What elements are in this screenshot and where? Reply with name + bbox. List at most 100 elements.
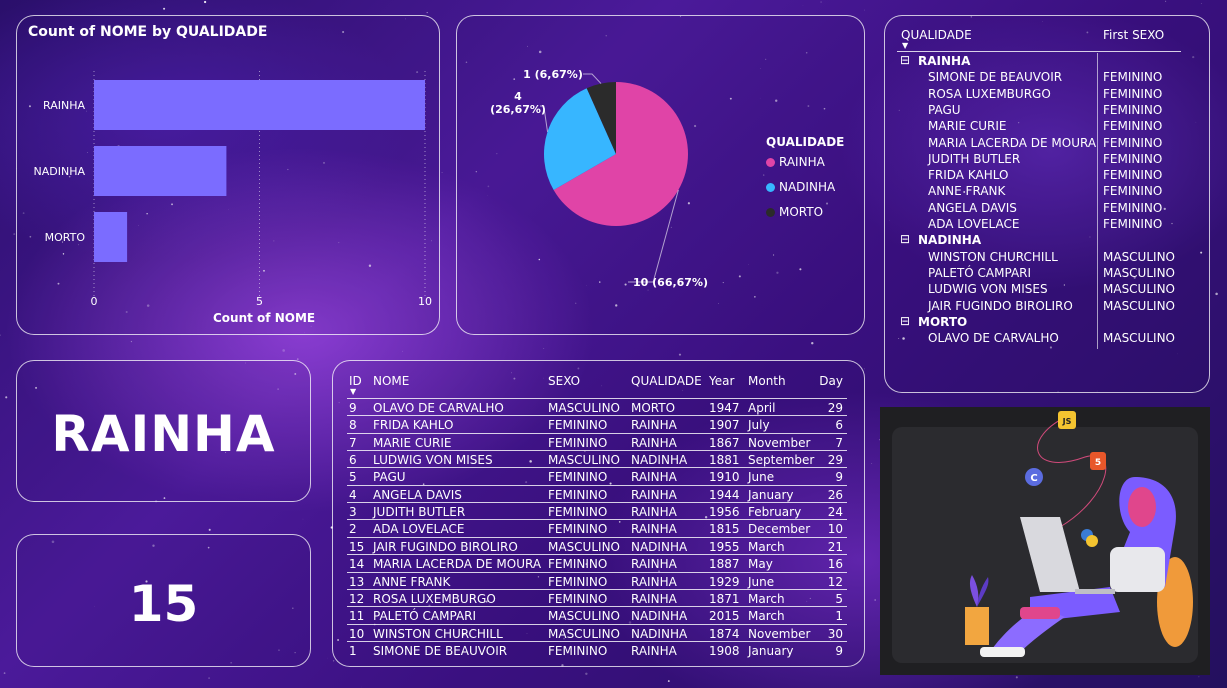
detail-table[interactable]: ID NOME SEXO QUALIDADE Year Month Day ▼ 9 OLAVO D…	[333, 361, 866, 668]
bar-chart-xlabel: Count of NOME	[213, 311, 316, 325]
matrix-row-sexo: FEMININO	[1103, 168, 1163, 183]
matrix-row-name: ROSA LUXEMBURGO	[928, 86, 1051, 101]
table-row-divider	[347, 640, 847, 642]
matrix-row-sexo: FEMININO	[1103, 184, 1163, 199]
table-cell-day: 9	[835, 470, 843, 485]
matrix-group-label: MORTO	[918, 314, 968, 329]
plant-pot	[965, 607, 989, 645]
table-cell-day: 26	[827, 487, 843, 502]
matrix-column-divider	[1097, 53, 1098, 349]
legend-swatch	[766, 207, 775, 217]
collapse-icon[interactable]: ⊟	[900, 232, 910, 246]
matrix-row-name: PAGU	[928, 102, 961, 117]
table-row-divider	[347, 571, 847, 573]
bar-category-label: RAINHA	[43, 99, 85, 112]
bar-category-label: NADINHA	[34, 165, 86, 178]
bar-xtick: 10	[418, 295, 432, 308]
pie-legend-title: QUALIDADE	[766, 135, 845, 149]
pie-chart[interactable]: 10 (66,67%) 4(26,67%) 1 (6,67%)	[457, 16, 866, 336]
sort-arrow-icon: ▼	[902, 41, 909, 50]
pie-data-label: (26,67%)	[490, 103, 546, 116]
table-cell-day: 16	[827, 557, 843, 572]
matrix-row-name: ANGELA DAVIS	[928, 200, 1017, 215]
bar-xtick: 5	[256, 295, 263, 308]
matrix-row-sexo: FEMININO	[1103, 70, 1163, 85]
matrix-row-name: ANNE FRANK	[928, 184, 1006, 199]
pie-data-label: 1 (6,67%)	[523, 68, 583, 81]
count-card: 15	[16, 534, 311, 667]
table-cell-day: 10	[827, 522, 843, 537]
qualidade-card-value: RAINHA	[51, 405, 276, 463]
legend-label: NADINHA	[779, 180, 836, 194]
sort-arrow-icon: ▼	[350, 387, 357, 396]
table-cell-day: 21	[827, 539, 843, 554]
c-badge-label: C	[1030, 473, 1037, 484]
matrix-header-qualidade: QUALIDADE	[901, 28, 972, 42]
matrix-row-sexo: FEMININO	[1103, 102, 1163, 117]
matrix-row-name: WINSTON CHURCHILL	[928, 249, 1058, 264]
bar-chart[interactable]: 0 5 10 RAINHA NADINHA MORTO	[17, 16, 441, 336]
matrix-group-label: RAINHA	[918, 54, 971, 68]
html5-badge-label: 5	[1095, 458, 1101, 468]
matrix-panel[interactable]: QUALIDADE First SEXO ▼ ⊟ RAINHA SIMONE DE BEA…	[884, 15, 1210, 393]
matrix-row-sexo: FEMININO	[1103, 151, 1163, 166]
matrix-row-name: FRIDA KAHLO	[928, 168, 1009, 183]
bar-chart-panel[interactable]: Count of NOME by QUALIDADE 0 5 10 RAINHA NAD…	[16, 15, 440, 335]
table-cell-day: 30	[827, 626, 843, 641]
bar-nadinha	[94, 146, 227, 196]
qualidade-card: RAINHA	[16, 360, 311, 502]
matrix-table[interactable]: QUALIDADE First SEXO ▼ ⊟ RAINHA SIMONE DE BEA…	[885, 16, 1211, 394]
table-cell-day: 5	[835, 591, 843, 606]
matrix-row-name: LUDWIG VON MISES	[928, 282, 1048, 297]
matrix-row-sexo: MASCULINO	[1103, 282, 1175, 297]
legend-label: MORTO	[779, 205, 824, 219]
table-header-day: Day	[819, 374, 843, 388]
pie-legend-item-nadinha[interactable]: NADINHA	[766, 180, 835, 194]
matrix-row-name: JAIR FUGINDO BIROLIRO	[928, 298, 1073, 313]
table-row-divider	[347, 519, 847, 521]
matrix-header-divider	[897, 51, 1181, 52]
table-cell-day: 6	[835, 418, 843, 433]
bar-rainha	[94, 80, 425, 130]
table-row-divider	[347, 484, 847, 486]
matrix-row-sexo: MASCULINO	[1103, 249, 1175, 264]
legend-label: RAINHA	[779, 155, 825, 169]
table-cell-day: 12	[827, 574, 843, 589]
table-row-divider	[347, 536, 847, 538]
developer-illustration: JS 5 C	[965, 411, 1193, 657]
pie-data-label: 4	[514, 90, 522, 103]
table-cell-day: 1	[835, 609, 843, 624]
pie-data-label: 10 (66,67%)	[633, 276, 708, 289]
table-cell-day: 29	[827, 453, 843, 468]
table-row-divider	[347, 554, 847, 556]
js-badge-label: JS	[1062, 417, 1072, 426]
matrix-row-sexo: FEMININO	[1103, 119, 1163, 134]
matrix-row-name: ADA LOVELACE	[928, 217, 1020, 231]
matrix-row-name: MARIA LACERDA DE MOURA	[928, 135, 1097, 150]
matrix-row-sexo: FEMININO	[1103, 217, 1163, 231]
matrix-row-name: OLAVO DE CARVALHO	[928, 331, 1059, 346]
table-row-divider	[347, 432, 847, 434]
matrix-header-sexo: First SEXO	[1103, 28, 1165, 42]
table-cell-day: 29	[827, 401, 843, 415]
count-card-value: 15	[128, 575, 199, 633]
collapse-icon[interactable]: ⊟	[900, 314, 910, 328]
pie-legend-item-morto[interactable]: MORTO	[766, 205, 823, 219]
table-row-divider	[347, 502, 847, 504]
matrix-row-sexo: FEMININO	[1103, 135, 1163, 150]
matrix-row-sexo: MASCULINO	[1103, 265, 1175, 280]
matrix-row-sexo: FEMININO	[1103, 86, 1163, 101]
table-cell-day: 9	[835, 643, 843, 658]
table-row-divider	[347, 623, 847, 625]
table-cell-day: 7	[835, 435, 843, 450]
pie-chart-panel[interactable]: 10 (66,67%) 4 (26,67%) 1 (6,67%) QUALIDADE …	[456, 15, 865, 335]
bar-category-label: MORTO	[45, 231, 86, 244]
pie-leader-line	[583, 73, 602, 84]
pie-legend-item-rainha[interactable]: RAINHA	[766, 155, 825, 169]
detail-table-panel[interactable]: ID NOME SEXO QUALIDADE Year Month Day ▼ 9 OLAVO D…	[332, 360, 865, 667]
matrix-row-sexo: MASCULINO	[1103, 331, 1175, 346]
collapse-icon[interactable]: ⊟	[900, 53, 910, 67]
legend-swatch	[766, 182, 775, 192]
matrix-row-name: MARIE CURIE	[928, 119, 1007, 134]
matrix-row-sexo: FEMININO	[1103, 200, 1163, 215]
